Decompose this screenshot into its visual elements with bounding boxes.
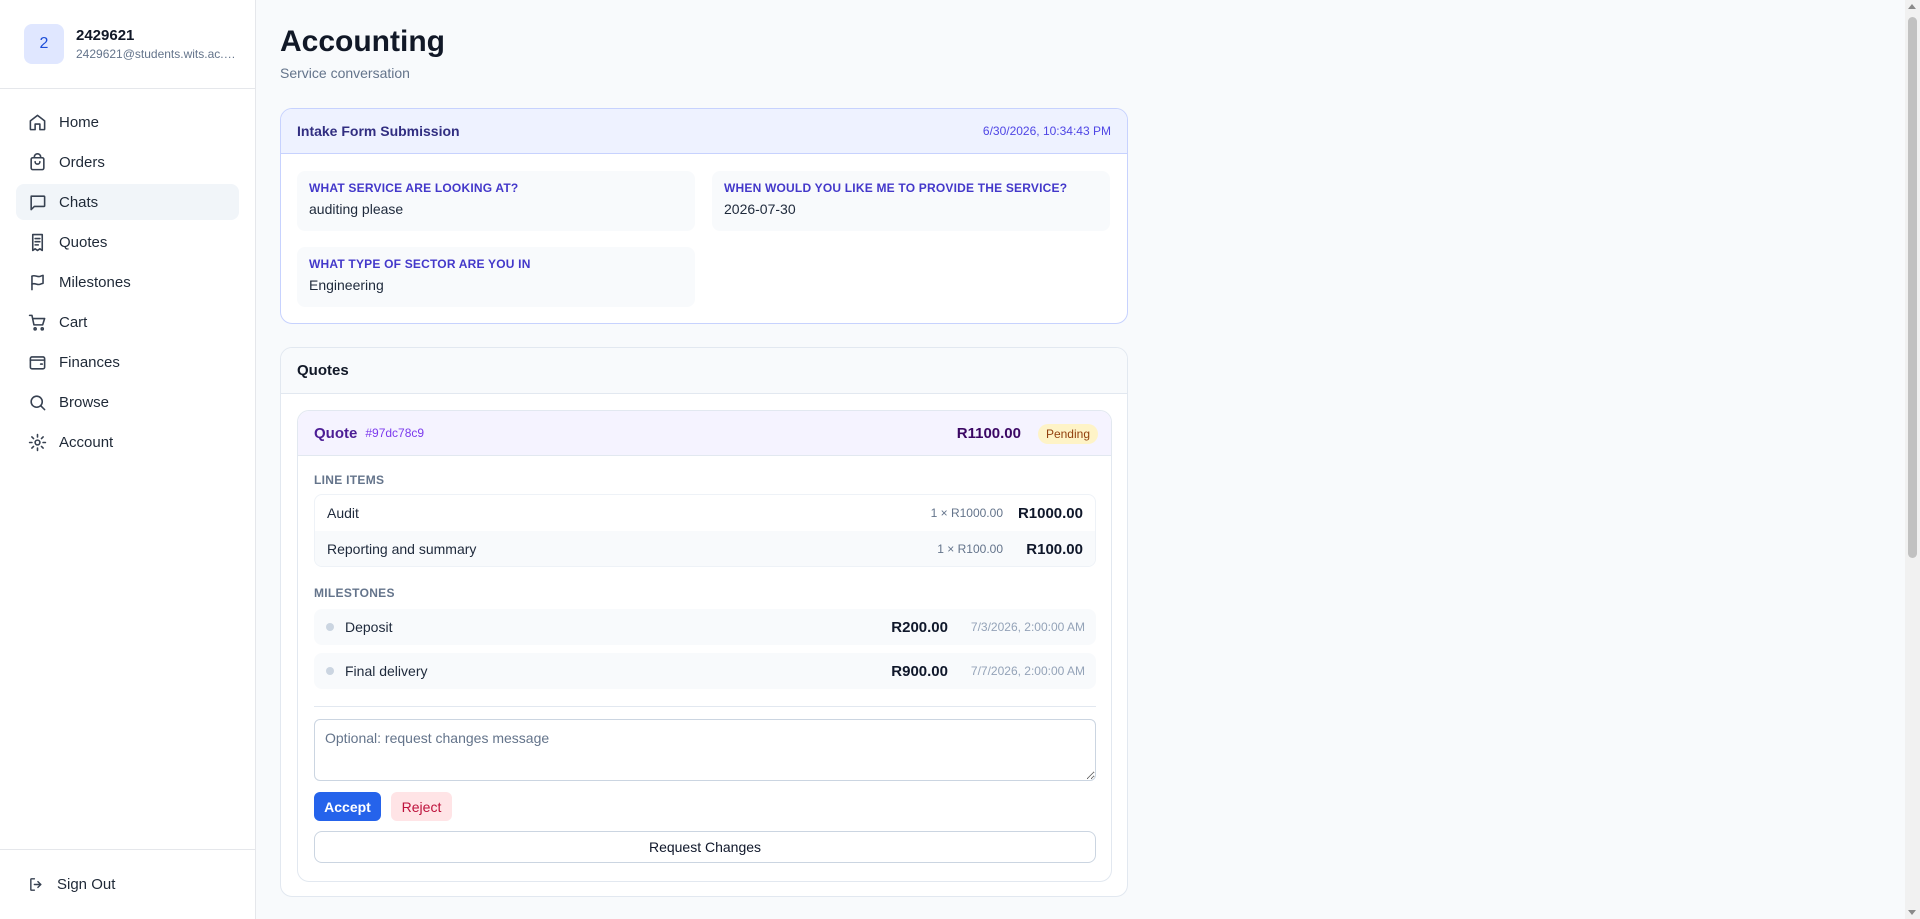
user-name: 2429621	[76, 27, 135, 44]
milestone-name: Deposit	[345, 619, 393, 635]
intake-form-header: Intake Form Submission 6/30/2026, 10:34:…	[281, 109, 1127, 154]
sidebar-item-label: Orders	[59, 153, 105, 171]
intake-field-value: Engineering	[309, 277, 384, 293]
milestone-date: 7/3/2026, 2:00:00 AM	[970, 620, 1085, 634]
intake-field-value: auditing please	[309, 201, 404, 217]
scroll-down-arrow-icon[interactable]	[1908, 910, 1916, 915]
sidebar: 2 2429621 2429621@students.wits.ac.za Ho…	[0, 0, 256, 919]
sidebar-item-chats[interactable]: Chats	[16, 184, 239, 220]
sidebar-item-finances[interactable]: Finances	[16, 344, 239, 380]
cart-icon	[28, 314, 46, 331]
line-item-amount: R100.00	[1026, 540, 1083, 558]
intake-field: When would you like me to provide the se…	[712, 171, 1110, 231]
sidebar-item-account[interactable]: Account	[16, 424, 239, 460]
sidebar-item-label: Cart	[59, 313, 88, 331]
line-item-name: Audit	[327, 505, 359, 521]
sidebar-item-label: Browse	[59, 393, 110, 411]
home-icon	[29, 114, 46, 130]
intake-field-value: 2026-07-30	[724, 201, 796, 217]
user-profile[interactable]: 2 2429621 2429621@students.wits.ac.za	[0, 0, 255, 89]
intake-field: What service are looking at? auditing pl…	[297, 171, 695, 231]
sidebar-item-home[interactable]: Home	[16, 104, 239, 140]
quote-header: Quote #97dc78c9 R1100.00 Pending	[298, 411, 1111, 456]
avatar: 2	[24, 24, 64, 64]
milestone-row: Deposit R200.00 7/3/2026, 2:00:00 AM	[314, 609, 1096, 645]
sidebar-item-quotes[interactable]: Quotes	[16, 224, 239, 260]
intake-form-card: Intake Form Submission 6/30/2026, 10:34:…	[280, 108, 1128, 324]
divider	[314, 706, 1096, 707]
status-badge: Pending	[1037, 424, 1098, 444]
milestones-label: MILESTONES	[314, 586, 395, 600]
sidebar-nav: Home Orders Chats Quotes Milestones Cart…	[0, 89, 255, 460]
scroll-up-arrow-icon[interactable]	[1908, 4, 1916, 9]
sign-out-button[interactable]: Sign Out	[0, 849, 255, 919]
chat-bubble-icon	[30, 194, 46, 210]
intake-field: What type of sector are you in Engineeri…	[297, 247, 695, 307]
flag-icon	[31, 274, 44, 290]
milestone-amount: R200.00	[891, 618, 948, 636]
intake-field-label: What service are looking at?	[309, 181, 519, 195]
wallet-icon	[29, 355, 46, 370]
receipt-icon	[31, 233, 44, 251]
sidebar-item-cart[interactable]: Cart	[16, 304, 239, 340]
line-item-row: Audit 1 × R1000.00 R1000.00	[315, 495, 1095, 531]
scrollbar-thumb[interactable]	[1908, 17, 1917, 558]
page-title: Accounting	[280, 25, 445, 58]
sidebar-item-label: Account	[59, 433, 114, 451]
accept-button[interactable]: Accept	[314, 792, 381, 821]
sidebar-item-milestones[interactable]: Milestones	[16, 264, 239, 300]
intake-field-label: When would you like me to provide the se…	[724, 181, 1068, 195]
quote-label: Quote	[314, 424, 358, 442]
sign-out-label: Sign Out	[57, 876, 116, 893]
quote-total: R1100.00	[956, 424, 1021, 442]
reject-button[interactable]: Reject	[391, 792, 452, 821]
sidebar-item-label: Quotes	[59, 233, 108, 251]
intake-form-title: Intake Form Submission	[297, 123, 460, 139]
intake-form-timestamp: 6/30/2026, 10:34:43 PM	[982, 124, 1111, 138]
milestone-name: Final delivery	[345, 663, 428, 679]
milestone-status-dot	[326, 623, 334, 631]
milestone-status-dot	[326, 667, 334, 675]
page-scrollbar[interactable]	[1905, 0, 1920, 919]
user-email: 2429621@students.wits.ac.za	[76, 47, 236, 61]
page-subtitle: Service conversation	[280, 65, 410, 81]
sidebar-item-label: Milestones	[59, 273, 131, 291]
milestone-amount: R900.00	[891, 662, 948, 680]
request-changes-message-input[interactable]	[314, 719, 1096, 781]
line-items-label: LINE ITEMS	[314, 473, 385, 487]
line-item-qty: 1 × R100.00	[937, 542, 1003, 556]
log-out-icon	[30, 878, 42, 891]
line-item-amount: R1000.00	[1017, 504, 1083, 522]
quote-item: Quote #97dc78c9 R1100.00 Pending LINE IT…	[297, 410, 1112, 882]
milestone-date: 7/7/2026, 2:00:00 AM	[970, 664, 1085, 678]
milestone-row: Final delivery R900.00 7/7/2026, 2:00:00…	[314, 653, 1096, 689]
quotes-card: Quotes Quote #97dc78c9 R1100.00 Pending …	[280, 347, 1128, 897]
sidebar-item-label: Home	[59, 113, 100, 131]
sidebar-item-label: Finances	[59, 353, 120, 371]
search-icon	[30, 394, 46, 410]
request-changes-button[interactable]: Request Changes	[314, 831, 1096, 863]
shopping-bag-icon	[30, 152, 45, 170]
line-item-qty: 1 × R1000.00	[930, 506, 1003, 520]
quote-id: #97dc78c9	[365, 426, 425, 440]
line-item-row: Reporting and summary 1 × R100.00 R100.0…	[315, 531, 1095, 566]
gear-icon	[28, 433, 47, 451]
sidebar-item-orders[interactable]: Orders	[16, 144, 239, 180]
line-item-name: Reporting and summary	[327, 541, 477, 557]
intake-field-label: What type of sector are you in	[309, 257, 531, 271]
quotes-title: Quotes	[281, 348, 1127, 394]
line-items-list: Audit 1 × R1000.00 R1000.00 Reporting an…	[314, 494, 1096, 567]
sidebar-item-browse[interactable]: Browse	[16, 384, 239, 420]
sidebar-item-label: Chats	[59, 193, 99, 211]
